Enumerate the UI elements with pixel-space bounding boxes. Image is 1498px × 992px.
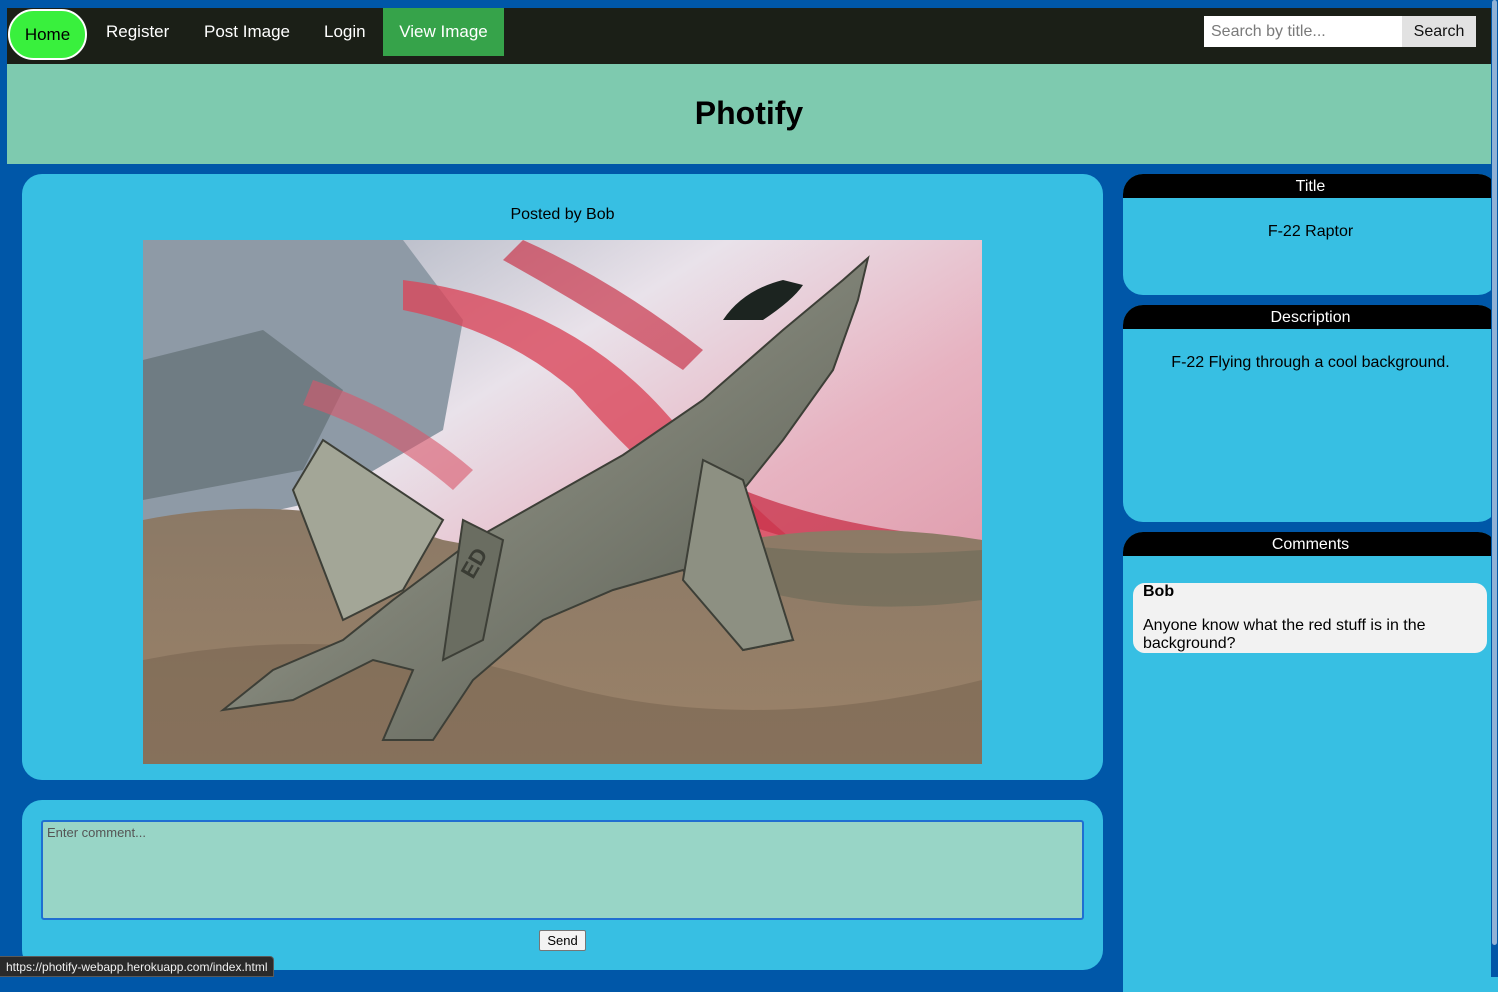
comment-item: Bob Anyone know what the red stuff is in… <box>1133 583 1487 653</box>
site-header: Photify <box>7 64 1491 164</box>
scrollbar-thumb[interactable] <box>1492 0 1497 945</box>
nav-post-image-link[interactable]: Post Image <box>187 8 307 56</box>
comments-heading: Comments <box>1123 532 1498 556</box>
navbar: Home Register Post Image Login View Imag… <box>7 8 1491 64</box>
posted-by-label: Posted by Bob <box>510 206 615 223</box>
status-bar-url: https://photify-webapp.herokuapp.com/ind… <box>0 956 275 977</box>
search-button[interactable]: Search <box>1402 16 1476 47</box>
search-input[interactable] <box>1204 16 1402 47</box>
description-heading: Description <box>1123 305 1498 329</box>
nav-view-image-link[interactable]: View Image <box>383 8 504 56</box>
page: Home Register Post Image Login View Imag… <box>7 8 1498 992</box>
nav-home-link[interactable]: Home <box>8 9 87 60</box>
nav-login-link[interactable]: Login <box>307 8 383 56</box>
title-heading: Title <box>1123 174 1498 198</box>
send-comment-button[interactable]: Send <box>539 930 586 951</box>
comment-input[interactable] <box>41 820 1084 920</box>
description-value: F-22 Flying through a cool background. <box>1171 354 1450 371</box>
nav-register-link[interactable]: Register <box>89 8 186 56</box>
comment-form-card: Send <box>22 800 1103 970</box>
post-image: ED <box>143 240 982 764</box>
comment-author: Bob <box>1143 583 1175 600</box>
post-card: Posted by Bob ED <box>22 174 1103 780</box>
title-card: Title F-22 Raptor <box>1123 174 1498 295</box>
comment-text: Anyone know what the red stuff is in the… <box>1143 617 1426 652</box>
description-card: Description F-22 Flying through a cool b… <box>1123 305 1498 522</box>
site-title: Photify <box>694 95 804 131</box>
comments-card: Comments Bob Anyone know what the red st… <box>1123 532 1498 992</box>
title-value: F-22 Raptor <box>1267 223 1354 240</box>
